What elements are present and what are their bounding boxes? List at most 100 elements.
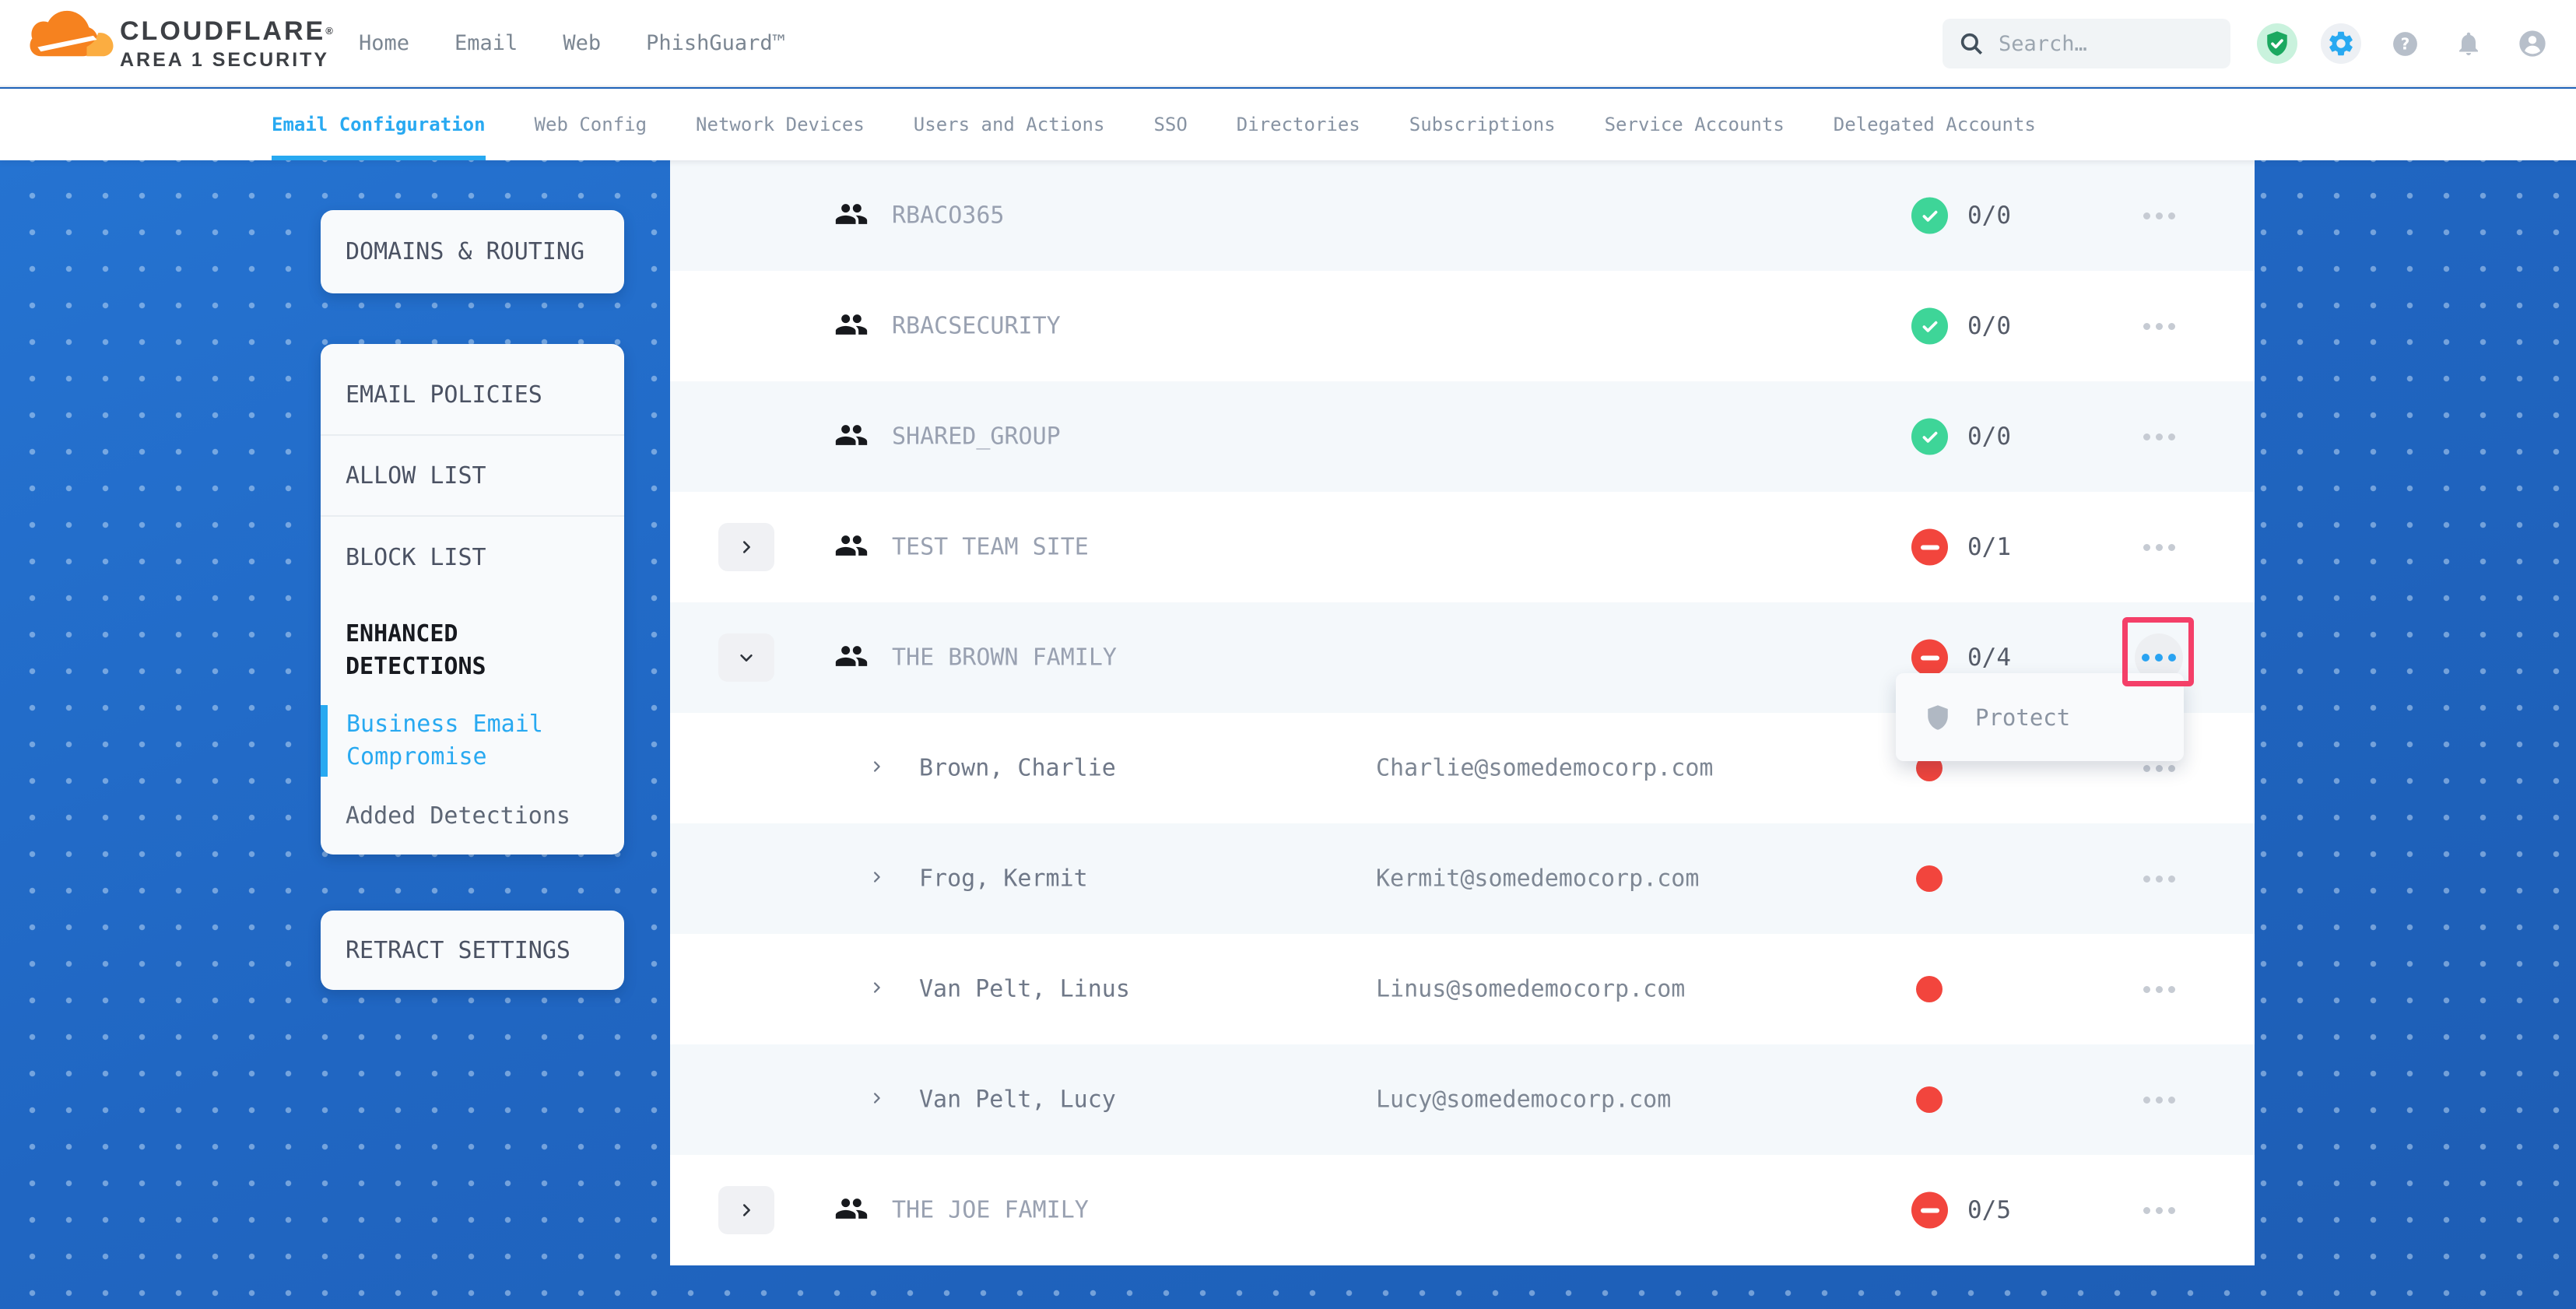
member-name: Van Pelt, Lucy (919, 1086, 1116, 1114)
sidebar-item-added-detections[interactable]: Added Detections (321, 797, 624, 840)
sidebar-card-email-policies: EMAIL POLICIESALLOW LISTBLOCK LIST ENHAN… (321, 344, 624, 855)
nav-link-phishguard[interactable]: PhishGuard™ (646, 31, 785, 55)
member-name: Van Pelt, Linus (919, 976, 1130, 1003)
tab-subscriptions[interactable]: Subscriptions (1409, 89, 1556, 160)
tab-sso[interactable]: SSO (1153, 89, 1187, 160)
status-badge-unprotected (1911, 529, 1948, 566)
tab-network-devices[interactable]: Network Devices (696, 89, 865, 160)
row-actions-button-frog-kermit[interactable] (2135, 855, 2183, 903)
tab-delegated-accounts[interactable]: Delegated Accounts (1834, 89, 2036, 160)
context-menu-item-protect[interactable]: Protect (1924, 704, 2070, 732)
shield-check-icon[interactable] (2257, 23, 2297, 64)
table-row-test-team-site: TEST TEAM SITE0/1 (670, 492, 2255, 602)
sidebar-card-domains-routing[interactable]: DOMAINS & ROUTING (321, 210, 624, 293)
row-actions-button-test-team-site[interactable] (2135, 523, 2183, 571)
protected-count: 0/0 (1967, 202, 2011, 230)
group-icon (834, 307, 869, 345)
row-actions-button-rbacsecurity[interactable] (2135, 302, 2183, 350)
help-icon[interactable]: ? (2385, 23, 2425, 64)
row-actions-button-shared-group[interactable] (2135, 412, 2183, 461)
member-chevron-right-icon (869, 1091, 884, 1109)
logo-brand: CLOUDFLARE (120, 16, 325, 46)
minus-icon (1921, 1208, 1939, 1212)
table-row-frog-kermit: Frog, KermitKermit@somedemocorp.com (670, 823, 2255, 934)
status-badge-protected (1911, 198, 1948, 234)
nav-link-email[interactable]: Email (454, 31, 518, 55)
tab-email-configuration[interactable]: Email Configuration (272, 89, 486, 160)
member-chevron-right-icon (869, 870, 884, 888)
row-actions-button-van-pelt-lucy[interactable] (2135, 1076, 2183, 1124)
content-area: DOMAINS & ROUTING EMAIL POLICIESALLOW LI… (0, 160, 2576, 1309)
sidebar-policy-items: EMAIL POLICIESALLOW LISTBLOCK LIST (321, 355, 624, 598)
status-badge-unprotected (1911, 1192, 1948, 1229)
groups-table: RBACO3650/0RBACSECURITY0/0SHARED_GROUP0/… (670, 160, 2255, 1265)
topbar-icons: ? (2257, 0, 2553, 87)
group-name: THE BROWN FAMILY (892, 644, 1117, 672)
row-actions-button-van-pelt-linus[interactable] (2135, 965, 2183, 1013)
table-row-rbaco365: RBACO365 0/0 (670, 160, 2255, 271)
sidebar-item-business-email-compromise[interactable]: Business Email Compromise (321, 705, 624, 777)
status-badge-unprotected (1911, 640, 1948, 676)
status-dot-unprotected (1916, 865, 1943, 892)
member-email: Linus@somedemocorp.com (1376, 976, 1685, 1003)
group-icon (834, 418, 869, 455)
table-row-shared-group: SHARED_GROUP0/0 (670, 381, 2255, 492)
tab-directories[interactable]: Directories (1237, 89, 1360, 160)
tab-web-config[interactable]: Web Config (535, 89, 648, 160)
group-icon (834, 528, 869, 566)
member-email: Lucy@somedemocorp.com (1376, 1086, 1671, 1114)
row-actions-button-rbaco365[interactable] (2135, 191, 2183, 240)
group-name: THE JOE FAMILY (892, 1197, 1089, 1224)
sidebar-item-retract-settings[interactable]: RETRACT SETTINGS (346, 937, 570, 964)
notifications-icon[interactable] (2448, 23, 2489, 64)
group-name: SHARED_GROUP (892, 423, 1061, 451)
group-name: RBACO365 (892, 202, 1005, 230)
group-name: RBACSECURITY (892, 313, 1061, 340)
member-chevron-right-icon (869, 760, 884, 777)
sidebar-item-block-list[interactable]: BLOCK LIST (321, 517, 624, 598)
svg-text:?: ? (2400, 34, 2409, 53)
top-nav: Home Email Web PhishGuard™ (359, 0, 785, 86)
settings-icon[interactable] (2321, 23, 2361, 64)
tab-service-accounts[interactable]: Service Accounts (1605, 89, 1785, 160)
nav-link-web[interactable]: Web (563, 31, 601, 55)
shield-icon (1924, 704, 1952, 732)
logo-subtitle: AREA 1 SECURITY (120, 48, 335, 72)
sidebar-item-email-policies[interactable]: EMAIL POLICIES (321, 355, 624, 436)
member-email: Kermit@somedemocorp.com (1376, 865, 1699, 893)
sidebar-item-enhanced-detections[interactable]: ENHANCED DETECTIONS (321, 598, 624, 683)
search-input[interactable] (1999, 32, 2215, 56)
row-actions-button-the-joe-family[interactable] (2135, 1186, 2183, 1234)
nav-link-home[interactable]: Home (359, 31, 409, 55)
chevron-right-icon (738, 1202, 755, 1219)
protected-count: 0/5 (1967, 1196, 2011, 1224)
minus-icon (1921, 655, 1939, 660)
sidebar-item-allow-list[interactable]: ALLOW LIST (321, 436, 624, 517)
table-row-rbacsecurity: RBACSECURITY0/0 (670, 271, 2255, 381)
account-icon[interactable] (2512, 23, 2553, 64)
minus-icon (1921, 545, 1939, 549)
status-dot-unprotected (1916, 976, 1943, 1002)
section-tabs: Email Configuration Web Config Network Dev… (0, 89, 2576, 160)
registered-mark: ® (325, 25, 335, 37)
search-box[interactable] (1943, 19, 2230, 68)
expand-button-the-joe-family[interactable] (718, 1186, 774, 1234)
group-icon (834, 639, 869, 676)
cloudflare-logo[interactable]: CLOUDFLARE® AREA 1 SECURITY (30, 5, 335, 72)
logo-text: CLOUDFLARE® AREA 1 SECURITY (120, 5, 335, 72)
status-badge-protected (1911, 308, 1948, 345)
sidebar-card-retract-settings[interactable]: RETRACT SETTINGS (321, 911, 624, 990)
table-row-van-pelt-linus: Van Pelt, Linus Linus@somedemocorp.com (670, 934, 2255, 1044)
member-email: Charlie@somedemocorp.com (1376, 755, 1713, 782)
sidebar-item-domains-routing[interactable]: DOMAINS & ROUTING (346, 238, 584, 265)
collapse-button-the-brown-family[interactable] (718, 633, 774, 682)
tab-users-and-actions[interactable]: Users and Actions (914, 89, 1105, 160)
context-menu-label: Protect (1975, 704, 2070, 731)
table-row-the-joe-family: THE JOE FAMILY 0/5 (670, 1155, 2255, 1265)
protected-count: 0/1 (1967, 533, 2011, 561)
table-row-van-pelt-lucy: Van Pelt, Lucy Lucy@somedemocorp.com (670, 1044, 2255, 1155)
expand-button-test-team-site[interactable] (718, 523, 774, 571)
context-menu: Protect (1896, 673, 2184, 761)
chevron-down-icon (738, 649, 755, 666)
cloudflare-cloud-icon (30, 8, 114, 64)
